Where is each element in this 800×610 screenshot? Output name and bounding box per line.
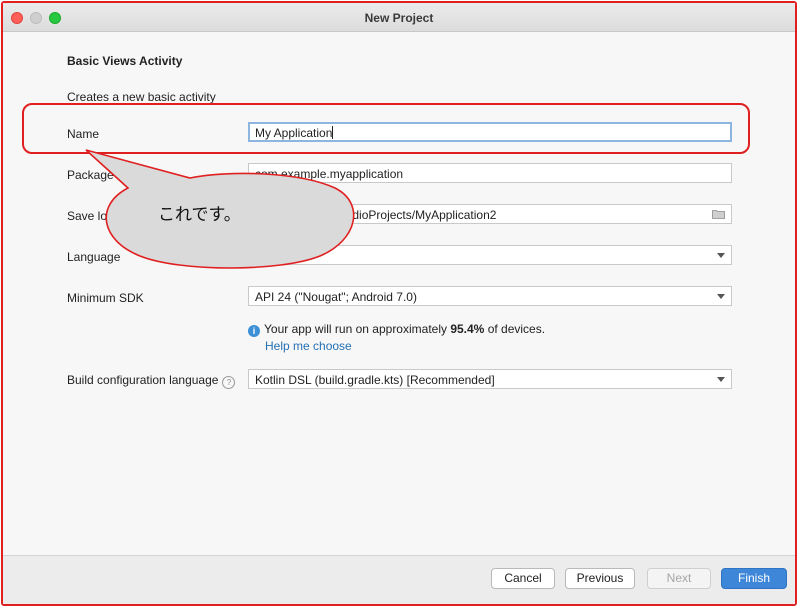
next-button[interactable]: Next bbox=[647, 568, 711, 589]
help-me-choose-link[interactable]: Help me choose bbox=[265, 339, 352, 353]
info-icon: i bbox=[248, 325, 260, 337]
package-name-field[interactable]: com.example.myapplication bbox=[248, 163, 732, 183]
previous-button[interactable]: Previous bbox=[565, 568, 635, 589]
minimum-sdk-label: Minimum SDK bbox=[67, 291, 144, 305]
minimum-sdk-value: API 24 ("Nougat"; Android 7.0) bbox=[255, 290, 417, 304]
language-value: Kotlin bbox=[255, 249, 286, 263]
build-config-language-label: Build configuration language? bbox=[67, 373, 236, 389]
help-icon[interactable]: ? bbox=[222, 376, 236, 389]
save-location-value: /Users/AndroidStudioProjects/MyApplicati… bbox=[255, 208, 497, 222]
build-config-language-text: Build configuration language bbox=[67, 373, 219, 387]
package-name-label: Package name bbox=[67, 168, 148, 182]
chevron-down-icon bbox=[717, 377, 725, 382]
device-coverage-info: i Your app will run on approximately 95.4… bbox=[248, 322, 545, 337]
cancel-button[interactable]: Cancel bbox=[491, 568, 555, 589]
folder-icon[interactable] bbox=[712, 209, 725, 219]
title-bar: New Project bbox=[3, 3, 795, 32]
language-select[interactable]: Kotlin bbox=[248, 245, 732, 265]
build-config-language-select[interactable]: Kotlin DSL (build.gradle.kts) [Recommend… bbox=[248, 369, 732, 389]
info-prefix: Your app will run on approximately bbox=[264, 322, 451, 336]
save-location-field[interactable]: /Users/AndroidStudioProjects/MyApplicati… bbox=[248, 204, 732, 224]
language-label: Language bbox=[67, 250, 121, 264]
minimum-sdk-select[interactable]: API 24 ("Nougat"; Android 7.0) bbox=[248, 286, 732, 306]
annotation-highlight-rectangle bbox=[22, 103, 750, 154]
page-heading: Basic Views Activity bbox=[67, 54, 183, 68]
package-name-value: com.example.myapplication bbox=[255, 167, 404, 181]
annotation-callout-text: これです。 bbox=[158, 205, 241, 225]
info-suffix: of devices. bbox=[484, 322, 546, 336]
finish-button[interactable]: Finish bbox=[721, 568, 787, 589]
window-title: New Project bbox=[364, 11, 434, 25]
info-percent: 95.4% bbox=[450, 322, 485, 336]
build-config-language-value: Kotlin DSL (build.gradle.kts) [Recommend… bbox=[255, 373, 495, 387]
chevron-down-icon bbox=[717, 294, 725, 299]
chevron-down-icon bbox=[717, 253, 725, 258]
page-subheading: Creates a new basic activity bbox=[67, 90, 216, 104]
new-project-window: New Project Basic Views Activity Creates… bbox=[1, 1, 797, 606]
save-location-label: Save location bbox=[67, 209, 140, 223]
dialog-footer: Cancel Previous Next Finish bbox=[3, 555, 795, 604]
